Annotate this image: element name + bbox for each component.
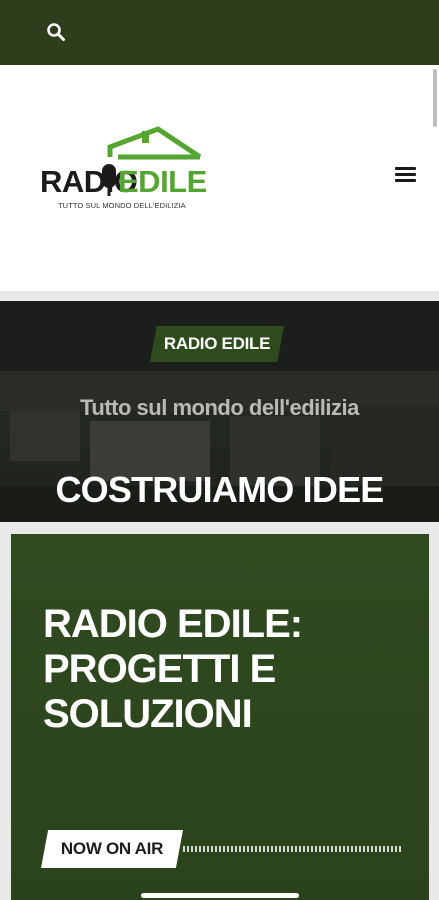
hamburger-menu-icon <box>395 167 416 170</box>
hero-badge: RADIO EDILE <box>150 326 284 362</box>
now-on-air-badge: NOW ON AIR <box>41 830 183 868</box>
scrollbar-thumb[interactable] <box>433 69 437 127</box>
site-header: RADIO EDILE TUTTO SUL MONDO DELL'EDILIZI… <box>0 65 439 291</box>
hamburger-line <box>395 179 416 182</box>
featured-card[interactable]: RADIO EDILE: PROGETTI E SOLUZIONI NOW ON… <box>11 534 429 900</box>
hero-banner: RADIO EDILE Tutto sul mondo dell'edilizi… <box>0 301 439 522</box>
on-air-ticker <box>183 846 401 852</box>
hamburger-menu-button[interactable] <box>392 164 420 188</box>
card-title-line: SOLUZIONI <box>43 692 253 736</box>
hamburger-line <box>395 173 416 176</box>
radio-edile-logo[interactable]: RADIO EDILE TUTTO SUL MONDO DELL'EDILIZI… <box>36 125 207 215</box>
logo-word-edile: EDILE <box>118 164 207 199</box>
card-title: RADIO EDILE: PROGETTI E SOLUZIONI <box>43 602 303 737</box>
search-icon <box>47 23 65 41</box>
search-button[interactable] <box>44 20 68 44</box>
hero-title: COSTRUIAMO IDEE <box>55 469 384 510</box>
microphone-icon <box>102 164 116 196</box>
hero-subtitle: Tutto sul mondo dell'edilizia <box>80 395 359 420</box>
logo-tagline: TUTTO SUL MONDO DELL'EDILIZIA <box>58 201 186 210</box>
top-bar <box>0 0 439 65</box>
card-title-line: RADIO EDILE: <box>43 602 303 646</box>
card-title-line: PROGETTI E <box>43 647 276 691</box>
home-indicator[interactable] <box>141 893 299 898</box>
